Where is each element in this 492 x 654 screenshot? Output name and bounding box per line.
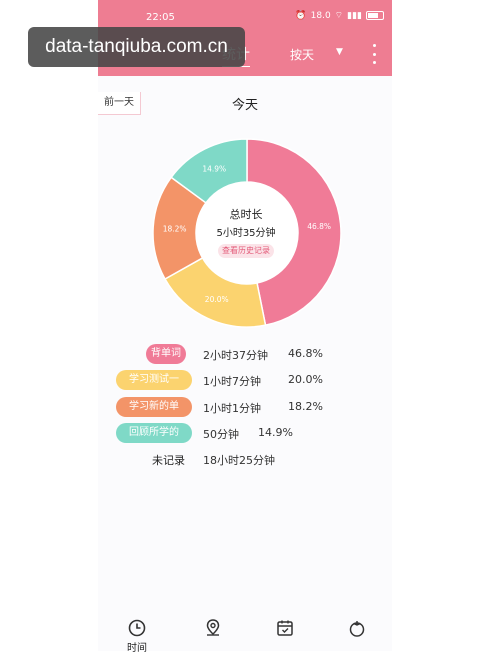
nav-tomato[interactable] [342, 618, 372, 650]
day-title: 今天 [232, 98, 259, 113]
more-menu-icon[interactable] [368, 44, 380, 64]
total-duration-value: 5小时35分钟 [216, 228, 276, 239]
battery-icon [366, 11, 384, 20]
status-time: 22:05 [146, 12, 175, 23]
alarm-icon: ⏰ [295, 10, 307, 21]
nav-location[interactable] [198, 618, 228, 650]
wifi-icon: ⌔ [334, 11, 344, 21]
calendar-check-icon [277, 620, 293, 636]
tomato-icon [349, 621, 365, 637]
legend-percent-0: 46.8% [288, 347, 323, 360]
unrecorded-duration: 18小时25分钟 [203, 454, 275, 467]
legend-duration-2: 1小时1分钟 [203, 402, 261, 415]
status-icons: ⏰ 18.0 ⌔ ▮▮▮ [295, 10, 384, 21]
legend-pill-2: 学习新的单 [116, 397, 192, 417]
donut-slice-label-1: 20.0% [205, 295, 229, 304]
legend-pill-3: 回顾所学的 [116, 423, 192, 443]
donut-slice-label-3: 14.9% [202, 164, 226, 173]
legend-duration-1: 1小时7分钟 [203, 375, 261, 388]
watermark-banner: data-tanqiuba.com.cn [28, 27, 245, 67]
unrecorded-label: 未记录 [152, 454, 185, 467]
nav-calendar[interactable] [270, 618, 300, 650]
nav-time-label: 时间 [127, 643, 147, 654]
signal-speed: 18.0 [310, 10, 331, 21]
legend-percent-3: 14.9% [258, 426, 293, 439]
prev-day-button[interactable]: 前一天 [98, 92, 141, 115]
period-dropdown[interactable]: 按天 [290, 46, 314, 63]
legend-duration-0: 2小时37分钟 [203, 349, 268, 362]
nav-time[interactable]: 时间 [122, 618, 152, 654]
legend-duration-3: 50分钟 [203, 428, 239, 441]
view-history-button[interactable]: 查看历史记录 [218, 244, 274, 258]
legend-percent-2: 18.2% [288, 400, 323, 413]
legend-percent-1: 20.0% [288, 373, 323, 386]
location-pin-icon [206, 619, 220, 636]
clock-icon [128, 619, 146, 637]
signal-bars-icon: ▮▮▮ [347, 10, 362, 21]
legend-pill-0: 背单词 [146, 344, 186, 364]
legend-pill-1: 学习测试一 [116, 370, 192, 390]
total-duration-title: 总时长 [229, 208, 263, 221]
chevron-down-icon[interactable]: ▼ [336, 47, 343, 57]
